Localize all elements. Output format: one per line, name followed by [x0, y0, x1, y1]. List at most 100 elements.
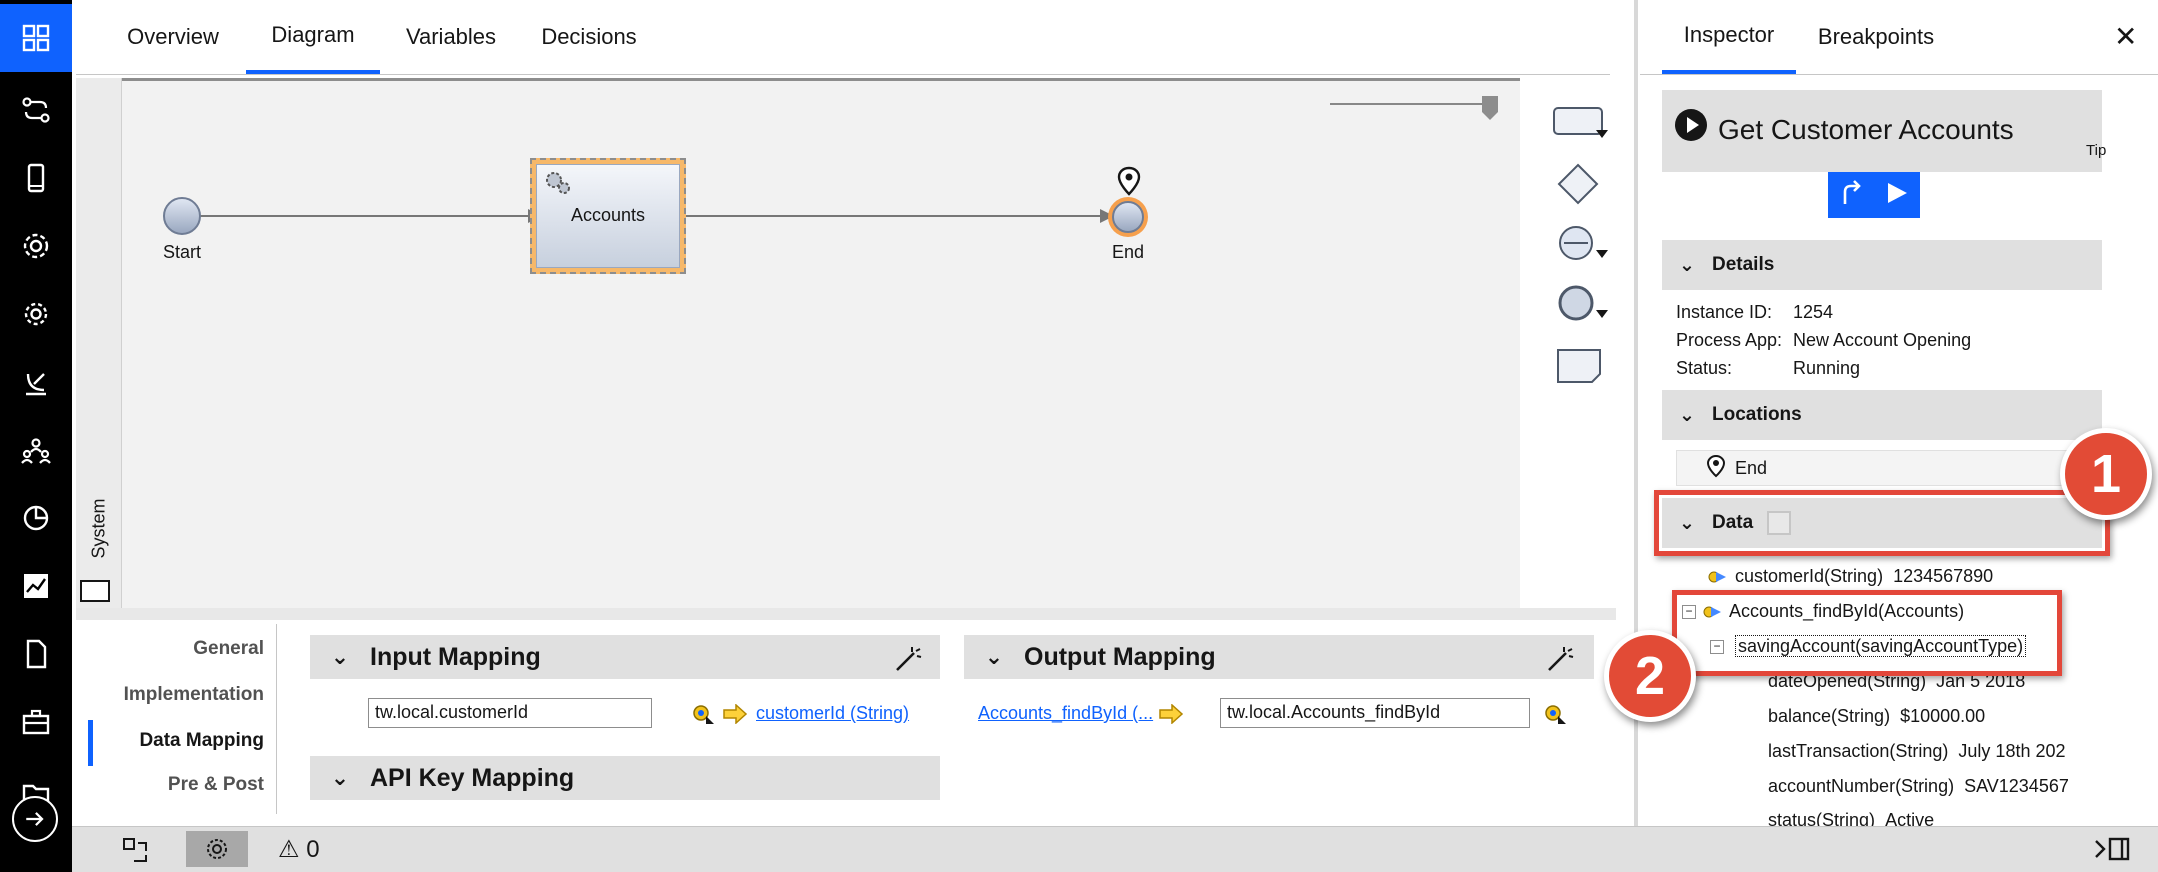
callout-box-data	[1654, 490, 2110, 556]
diagram-flow	[200, 103, 1490, 223]
data-item-status[interactable]: status(String) Active	[1768, 810, 1934, 826]
location-item-label: End	[1735, 457, 1768, 478]
zoom-slider-handle[interactable]	[1482, 96, 1498, 120]
variable-picker-icon[interactable]	[1544, 704, 1568, 731]
note-tool-icon[interactable]	[1556, 348, 1604, 389]
tab-variables[interactable]: Variables	[392, 0, 510, 74]
sidetab-pre-post[interactable]: Pre & Post	[168, 774, 264, 796]
task-title: Get Customer Accounts	[1718, 114, 2014, 145]
output-mapping-field[interactable]: tw.local.Accounts_findById	[1220, 698, 1530, 728]
status-bar: ⚠ 0	[72, 826, 2158, 872]
chevron-down-icon: ⌄	[330, 644, 350, 669]
tab-decisions[interactable]: Decisions	[524, 0, 654, 74]
warnings-indicator[interactable]: ⚠ 0	[278, 835, 320, 864]
chevron-down-icon: ⌄	[1679, 254, 1695, 276]
mapping-arrow-icon	[722, 703, 748, 729]
locations-header[interactable]: ⌄ Locations	[1662, 390, 2102, 440]
tab-inspector[interactable]: Inspector	[1662, 0, 1796, 74]
process-app-value: New Account Opening	[1793, 330, 1972, 350]
variable-icon	[1708, 571, 1726, 583]
data-item-balance[interactable]: balance(String) $10000.00	[1768, 706, 1985, 727]
tree-clip	[2076, 660, 2158, 826]
team-icon[interactable]	[0, 416, 72, 484]
gateway-tool-icon[interactable]	[1556, 162, 1600, 211]
chevron-down-icon: ⌄	[1679, 404, 1695, 426]
tab-breakpoints[interactable]: Breakpoints	[1806, 0, 1946, 74]
input-mapping-link[interactable]: customerId (String)	[756, 703, 909, 724]
settings-gear-icon[interactable]	[0, 280, 72, 348]
instance-id-key: Instance ID:	[1676, 302, 1773, 322]
mapping-arrow-icon	[1158, 703, 1184, 729]
details-title: Details	[1712, 254, 1775, 275]
data-item-lasttransaction[interactable]: lastTransaction(String) July 18th 202	[1768, 741, 2066, 762]
data-item-customerid[interactable]: customerId(String) 1234567890	[1706, 566, 1993, 587]
step-over-icon[interactable]	[1839, 179, 1863, 211]
expand-arrow-icon[interactable]	[12, 796, 58, 842]
callout-badge-2: 2	[1604, 630, 1696, 722]
output-mapping-header[interactable]: ⌄ Output Mapping	[964, 635, 1594, 679]
process-flow-icon[interactable]	[0, 76, 72, 144]
accounts-activity-label: Accounts	[570, 205, 646, 225]
instance-id-value: 1254	[1793, 302, 1834, 322]
api-key-mapping-title: API Key Mapping	[370, 763, 575, 792]
api-key-mapping-header[interactable]: ⌄ API Key Mapping	[310, 756, 940, 800]
end-event-tool-icon[interactable]	[1556, 284, 1612, 329]
magic-wand-icon[interactable]	[892, 644, 922, 679]
close-icon[interactable]: ✕	[2114, 20, 2137, 53]
toggle-panel-icon[interactable]	[2092, 835, 2132, 870]
service-gear-icon	[543, 169, 573, 202]
event-tool-icon[interactable]	[1556, 224, 1612, 269]
magic-wand-icon[interactable]	[1544, 644, 1574, 679]
input-mapping-header[interactable]: ⌄ Input Mapping	[310, 635, 940, 679]
document-icon[interactable]	[0, 620, 72, 688]
sidetab-implementation[interactable]: Implementation	[124, 684, 264, 706]
start-event[interactable]	[163, 197, 201, 235]
step-controls	[1828, 172, 1920, 218]
output-mapping-title: Output Mapping	[1024, 642, 1216, 671]
end-label: End	[1111, 242, 1145, 262]
toolbox-icon[interactable]	[0, 688, 72, 756]
tip-label[interactable]: Tip	[2086, 142, 2106, 159]
locations-title: Locations	[1712, 404, 1802, 425]
output-mapping-link[interactable]: Accounts_findById (...	[978, 703, 1153, 724]
location-pin-icon	[1114, 166, 1144, 196]
data-item-accountnumber[interactable]: accountNumber(String) SAV1234567	[1768, 776, 2069, 797]
variable-picker-icon[interactable]	[692, 704, 716, 731]
resume-play-icon[interactable]	[1884, 180, 1910, 211]
start-label: Start	[162, 242, 201, 262]
input-mapping-field[interactable]: tw.local.customerId	[368, 698, 652, 728]
input-mapping-title: Input Mapping	[370, 642, 541, 671]
location-item[interactable]: End	[1676, 450, 2076, 486]
process-app-key: Process App:	[1676, 330, 1783, 350]
chevron-down-icon: ⌄	[330, 765, 350, 790]
status-key: Status:	[1676, 358, 1733, 378]
left-navigation	[0, 0, 72, 872]
sidetab-general[interactable]: General	[193, 638, 264, 660]
gear-icon	[207, 839, 227, 859]
diagram-palette	[1520, 78, 1630, 608]
chevron-down-icon: ⌄	[984, 644, 1004, 669]
mobile-icon[interactable]	[0, 144, 72, 212]
details-header[interactable]: ⌄ Details	[1662, 240, 2102, 290]
status-value: Running	[1793, 358, 1861, 378]
panel-splitter[interactable]	[76, 608, 1616, 620]
tab-divider	[76, 74, 1610, 75]
dashboard-icon[interactable]	[0, 4, 72, 72]
properties-side-tabs: General Implementation Data Mapping Pre …	[76, 624, 277, 824]
sidetab-data-mapping[interactable]: Data Mapping	[139, 730, 264, 752]
end-event[interactable]	[1108, 197, 1148, 237]
accounts-activity[interactable]: Accounts	[530, 158, 686, 274]
settings-button[interactable]	[186, 831, 248, 867]
task-title-bar: Get Customer Accounts	[1662, 90, 2102, 172]
switch-view-icon[interactable]	[120, 835, 150, 870]
callout-badge-1: 1	[2060, 428, 2152, 520]
satellite-icon[interactable]	[0, 348, 72, 416]
activity-tool-icon[interactable]	[1552, 106, 1612, 147]
tab-diagram[interactable]: Diagram	[246, 0, 380, 74]
services-gear-icon[interactable]	[0, 212, 72, 280]
analytics-icon[interactable]	[0, 552, 72, 620]
warning-icon: ⚠	[278, 836, 300, 863]
pie-chart-icon[interactable]	[0, 484, 72, 552]
play-circle-icon	[1674, 108, 1708, 147]
tab-overview[interactable]: Overview	[108, 0, 238, 74]
